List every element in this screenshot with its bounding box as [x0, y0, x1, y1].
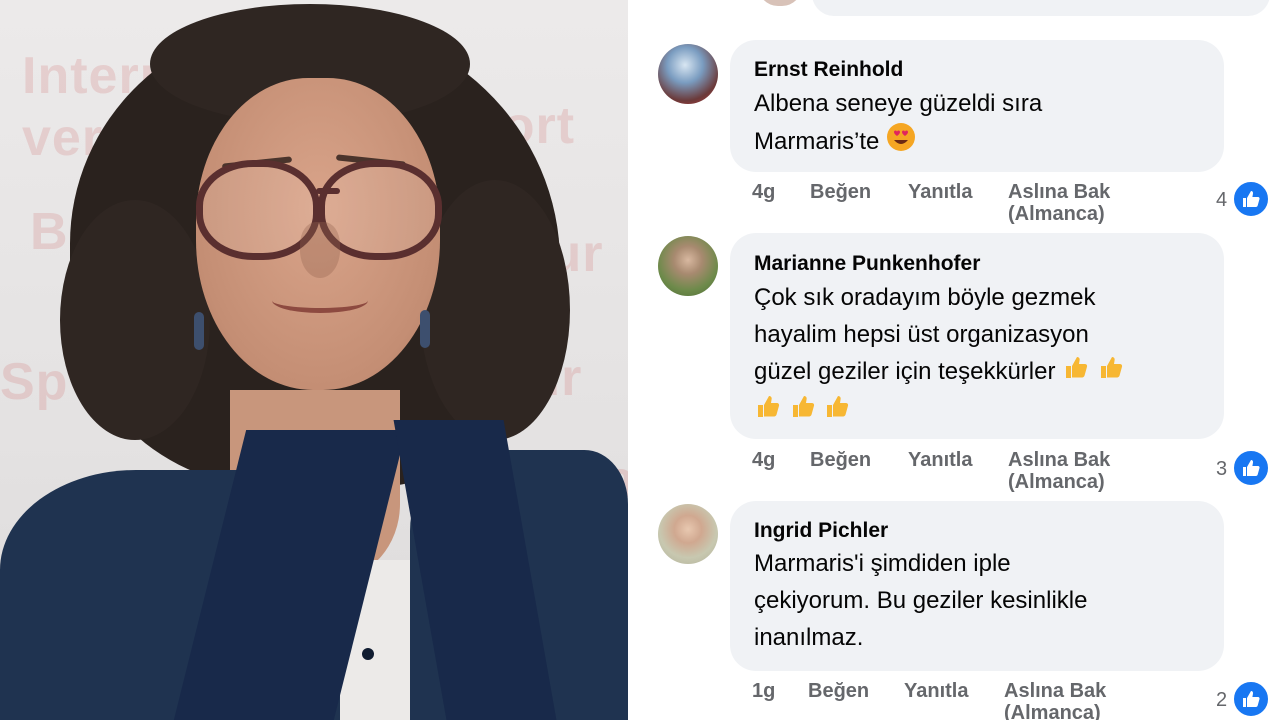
thumbs-up-emoji-icon	[1097, 353, 1125, 392]
comment-time[interactable]: 4g	[752, 181, 775, 204]
avatar[interactable]	[658, 504, 718, 564]
glasses-bridge	[316, 188, 340, 194]
reply-link[interactable]: Yanıtla	[908, 181, 972, 204]
reaction-count[interactable]: 2	[1216, 689, 1227, 712]
like-icon[interactable]	[1232, 180, 1270, 218]
comment-bubble: Ernst Reinhold Albena seneye güzeldi sır…	[730, 40, 1224, 172]
see-original-language: (Almanca)	[1008, 203, 1105, 225]
like-link[interactable]: Beğen	[810, 449, 871, 472]
comment-time[interactable]: 1g	[752, 680, 775, 703]
jacket-button	[362, 648, 374, 660]
comment-text: Albena seneye güzeldi sıra Marmaris’te	[754, 85, 1214, 163]
thumbs-up-emoji-icon	[1062, 353, 1090, 392]
comment-text: Çok sık oradayım böyle gezmek hayalim he…	[754, 279, 1214, 431]
backdrop-text: Sp	[0, 353, 69, 411]
avatar[interactable]	[658, 44, 718, 104]
like-icon[interactable]	[1232, 449, 1270, 487]
comments-panel: Ernst Reinhold Albena seneye güzeldi sır…	[628, 0, 1280, 720]
earring	[420, 310, 430, 348]
comment-bubble: Ingrid Pichler Marmaris'i şimdiden iple …	[730, 501, 1224, 671]
see-original-label: Aslına Bak	[1008, 181, 1111, 203]
reply-link[interactable]: Yanıtla	[908, 449, 972, 472]
like-icon[interactable]	[1232, 680, 1270, 718]
comment-text-body: Çok sık oradayım böyle gezmek hayalim he…	[754, 284, 1096, 385]
portrait-photo: Intern vert Bil Sp port ratur tur Bera	[0, 0, 628, 720]
like-link[interactable]: Beğen	[808, 680, 869, 703]
avatar[interactable]	[658, 236, 718, 296]
thumbs-up-emoji-icon	[754, 392, 782, 431]
commenter-name[interactable]: Ingrid Pichler	[754, 519, 888, 543]
comment-time[interactable]: 4g	[752, 449, 775, 472]
commenter-name[interactable]: Marianne Punkenhofer	[754, 252, 980, 276]
see-original-link[interactable]: Aslına Bak (Almanca)	[1008, 181, 1110, 225]
see-original-language: (Almanca)	[1008, 471, 1105, 493]
like-link[interactable]: Beğen	[810, 181, 871, 204]
see-original-label: Aslına Bak	[1008, 449, 1111, 471]
nose	[300, 222, 340, 278]
hair	[60, 200, 210, 440]
smile	[272, 288, 368, 313]
reaction-count[interactable]: 3	[1216, 458, 1227, 481]
see-original-link[interactable]: Aslına Bak (Almanca)	[1008, 449, 1110, 493]
see-original-label: Aslına Bak	[1004, 680, 1107, 702]
hair	[420, 180, 570, 440]
heart-eyes-emoji-icon	[886, 122, 916, 163]
thumbs-up-emoji-icon	[823, 392, 851, 431]
comment-bubble: Marianne Punkenhofer Çok sık oradayım bö…	[730, 233, 1224, 439]
comment-text: Marmaris'i şimdiden iple çekiyorum. Bu g…	[754, 550, 1088, 651]
reaction-count[interactable]: 4	[1216, 189, 1227, 212]
previous-comment-bubble	[812, 0, 1270, 16]
commenter-name[interactable]: Ernst Reinhold	[754, 58, 903, 82]
avatar	[758, 0, 802, 6]
see-original-language: (Almanca)	[1004, 702, 1101, 720]
earring	[194, 312, 204, 350]
see-original-link[interactable]: Aslına Bak (Almanca)	[1004, 680, 1106, 720]
thumbs-up-emoji-icon	[789, 392, 817, 431]
reply-link[interactable]: Yanıtla	[904, 680, 968, 703]
